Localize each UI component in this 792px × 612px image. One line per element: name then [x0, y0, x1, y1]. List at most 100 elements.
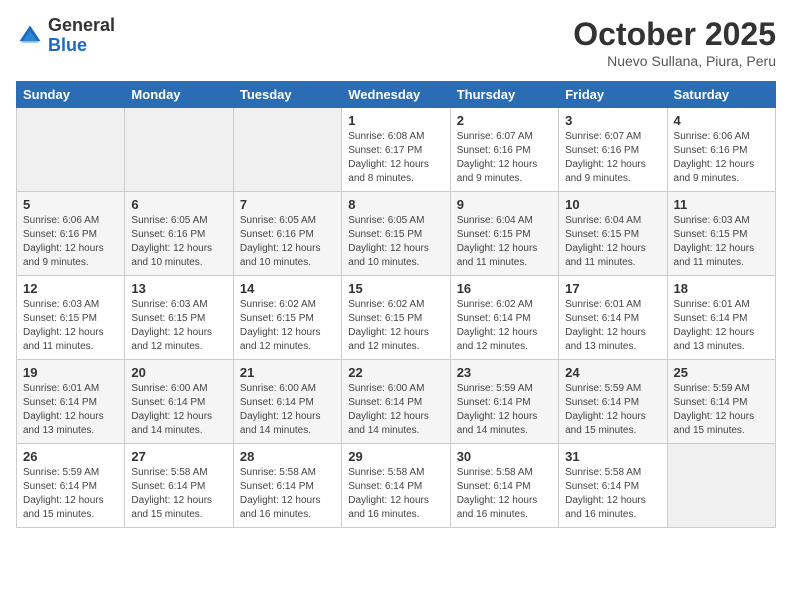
day-info: Sunrise: 6:06 AMSunset: 6:16 PMDaylight:… — [23, 214, 118, 270]
calendar-cell: 8 Sunrise: 6:05 AMSunset: 6:15 PMDaylight… — [342, 192, 450, 276]
day-info: Sunrise: 6:05 AMSunset: 6:16 PMDaylight:… — [240, 214, 335, 270]
day-info: Sunrise: 5:58 AMSunset: 6:14 PMDaylight:… — [565, 466, 660, 522]
calendar-cell — [667, 444, 775, 528]
day-number: 23 — [457, 365, 552, 380]
calendar-cell: 31 Sunrise: 5:58 AMSunset: 6:14 PMDayligh… — [559, 444, 667, 528]
calendar-cell: 9Sunrise: 6:04 AMSunset: 6:15 PMDaylight… — [450, 192, 558, 276]
day-info: Sunrise: 6:02 AMSunset: 6:15 PMDaylight:… — [240, 298, 335, 354]
day-info: Sunrise: 5:58 AMSunset: 6:14 PMDaylight:… — [348, 466, 443, 522]
calendar-week-5: 26 Sunrise: 5:59 AMSunset: 6:14 PMDayligh… — [17, 444, 776, 528]
calendar-cell: 15Sunrise: 6:02 AMSunset: 6:15 PMDayligh… — [342, 276, 450, 360]
weekday-header-friday: Friday — [559, 82, 667, 108]
page-header: General Blue October 2025 Nuevo Sullana,… — [16, 16, 776, 69]
weekday-header-monday: Monday — [125, 82, 233, 108]
day-number: 15 — [348, 281, 443, 296]
day-info: Sunrise: 6:03 AMSunset: 6:15 PMDaylight:… — [674, 214, 769, 270]
day-number: 6 — [131, 197, 226, 212]
logo-general-text: General — [48, 15, 115, 35]
calendar-cell: 10 Sunrise: 6:04 AMSunset: 6:15 PMDayligh… — [559, 192, 667, 276]
calendar-cell — [17, 108, 125, 192]
calendar-cell: 17 Sunrise: 6:01 AMSunset: 6:14 PMDayligh… — [559, 276, 667, 360]
calendar-cell: 2Sunrise: 6:07 AMSunset: 6:16 PMDaylight… — [450, 108, 558, 192]
day-number: 7 — [240, 197, 335, 212]
calendar-cell: 29 Sunrise: 5:58 AMSunset: 6:14 PMDayligh… — [342, 444, 450, 528]
day-number: 26 — [23, 449, 118, 464]
calendar-table: SundayMondayTuesdayWednesdayThursdayFrid… — [16, 81, 776, 528]
weekday-header-wednesday: Wednesday — [342, 82, 450, 108]
day-info: Sunrise: 6:01 AMSunset: 6:14 PMDaylight:… — [23, 382, 118, 438]
calendar-cell: 23 Sunrise: 5:59 AMSunset: 6:14 PMDayligh… — [450, 360, 558, 444]
day-number: 2 — [457, 113, 552, 128]
day-info: Sunrise: 6:00 AMSunset: 6:14 PMDaylight:… — [348, 382, 443, 438]
day-number: 27 — [131, 449, 226, 464]
weekday-header-thursday: Thursday — [450, 82, 558, 108]
calendar-cell: 12 Sunrise: 6:03 AMSunset: 6:15 PMDayligh… — [17, 276, 125, 360]
calendar-cell: 18Sunrise: 6:01 AMSunset: 6:14 PMDayligh… — [667, 276, 775, 360]
calendar-cell: 7 Sunrise: 6:05 AMSunset: 6:16 PMDaylight… — [233, 192, 341, 276]
day-info: Sunrise: 5:58 AMSunset: 6:14 PMDaylight:… — [457, 466, 552, 522]
day-number: 24 — [565, 365, 660, 380]
calendar-cell: 11Sunrise: 6:03 AMSunset: 6:15 PMDayligh… — [667, 192, 775, 276]
day-number: 19 — [23, 365, 118, 380]
weekday-header-tuesday: Tuesday — [233, 82, 341, 108]
weekday-header-sunday: Sunday — [17, 82, 125, 108]
day-number: 30 — [457, 449, 552, 464]
calendar-cell: 14 Sunrise: 6:02 AMSunset: 6:15 PMDayligh… — [233, 276, 341, 360]
day-info: Sunrise: 6:04 AMSunset: 6:15 PMDaylight:… — [565, 214, 660, 270]
day-info: Sunrise: 6:02 AMSunset: 6:14 PMDaylight:… — [457, 298, 552, 354]
calendar-cell: 24 Sunrise: 5:59 AMSunset: 6:14 PMDayligh… — [559, 360, 667, 444]
day-number: 18 — [674, 281, 769, 296]
day-number: 14 — [240, 281, 335, 296]
calendar-cell — [233, 108, 341, 192]
day-number: 20 — [131, 365, 226, 380]
day-info: Sunrise: 6:00 AMSunset: 6:14 PMDaylight:… — [131, 382, 226, 438]
day-number: 4 — [674, 113, 769, 128]
calendar-cell: 26 Sunrise: 5:59 AMSunset: 6:14 PMDayligh… — [17, 444, 125, 528]
day-info: Sunrise: 6:07 AMSunset: 6:16 PMDaylight:… — [565, 130, 660, 186]
day-number: 16 — [457, 281, 552, 296]
day-number: 5 — [23, 197, 118, 212]
calendar-cell: 22 Sunrise: 6:00 AMSunset: 6:14 PMDayligh… — [342, 360, 450, 444]
day-info: Sunrise: 6:03 AMSunset: 6:15 PMDaylight:… — [23, 298, 118, 354]
day-info: Sunrise: 6:08 AMSunset: 6:17 PMDaylight:… — [348, 130, 443, 186]
calendar-cell: 21 Sunrise: 6:00 AMSunset: 6:14 PMDayligh… — [233, 360, 341, 444]
day-info: Sunrise: 6:03 AMSunset: 6:15 PMDaylight:… — [131, 298, 226, 354]
day-number: 29 — [348, 449, 443, 464]
calendar-week-4: 19 Sunrise: 6:01 AMSunset: 6:14 PMDayligh… — [17, 360, 776, 444]
day-number: 8 — [348, 197, 443, 212]
day-number: 12 — [23, 281, 118, 296]
day-info: Sunrise: 6:05 AMSunset: 6:15 PMDaylight:… — [348, 214, 443, 270]
day-info: Sunrise: 6:01 AMSunset: 6:14 PMDaylight:… — [565, 298, 660, 354]
calendar-cell: 13 Sunrise: 6:03 AMSunset: 6:15 PMDayligh… — [125, 276, 233, 360]
calendar-cell: 3 Sunrise: 6:07 AMSunset: 6:16 PMDaylight… — [559, 108, 667, 192]
day-number: 31 — [565, 449, 660, 464]
logo-blue-text: Blue — [48, 35, 87, 55]
day-number: 25 — [674, 365, 769, 380]
calendar-cell — [125, 108, 233, 192]
calendar-week-1: 1 Sunrise: 6:08 AMSunset: 6:17 PMDaylight… — [17, 108, 776, 192]
day-number: 28 — [240, 449, 335, 464]
day-info: Sunrise: 6:05 AMSunset: 6:16 PMDaylight:… — [131, 214, 226, 270]
day-info: Sunrise: 5:59 AMSunset: 6:14 PMDaylight:… — [23, 466, 118, 522]
day-info: Sunrise: 5:59 AMSunset: 6:14 PMDaylight:… — [674, 382, 769, 438]
day-number: 17 — [565, 281, 660, 296]
calendar-cell: 1 Sunrise: 6:08 AMSunset: 6:17 PMDaylight… — [342, 108, 450, 192]
calendar-cell: 5 Sunrise: 6:06 AMSunset: 6:16 PMDaylight… — [17, 192, 125, 276]
title-block: October 2025 Nuevo Sullana, Piura, Peru — [573, 16, 776, 69]
weekday-header-row: SundayMondayTuesdayWednesdayThursdayFrid… — [17, 82, 776, 108]
location-text: Nuevo Sullana, Piura, Peru — [573, 53, 776, 69]
day-info: Sunrise: 5:59 AMSunset: 6:14 PMDaylight:… — [457, 382, 552, 438]
month-title: October 2025 — [573, 16, 776, 53]
day-number: 22 — [348, 365, 443, 380]
day-info: Sunrise: 6:00 AMSunset: 6:14 PMDaylight:… — [240, 382, 335, 438]
day-number: 1 — [348, 113, 443, 128]
day-number: 13 — [131, 281, 226, 296]
calendar-cell: 25 Sunrise: 5:59 AMSunset: 6:14 PMDayligh… — [667, 360, 775, 444]
day-number: 10 — [565, 197, 660, 212]
calendar-cell: 30 Sunrise: 5:58 AMSunset: 6:14 PMDayligh… — [450, 444, 558, 528]
day-info: Sunrise: 5:59 AMSunset: 6:14 PMDaylight:… — [565, 382, 660, 438]
day-number: 21 — [240, 365, 335, 380]
day-number: 3 — [565, 113, 660, 128]
day-info: Sunrise: 5:58 AMSunset: 6:14 PMDaylight:… — [240, 466, 335, 522]
day-info: Sunrise: 6:06 AMSunset: 6:16 PMDaylight:… — [674, 130, 769, 186]
